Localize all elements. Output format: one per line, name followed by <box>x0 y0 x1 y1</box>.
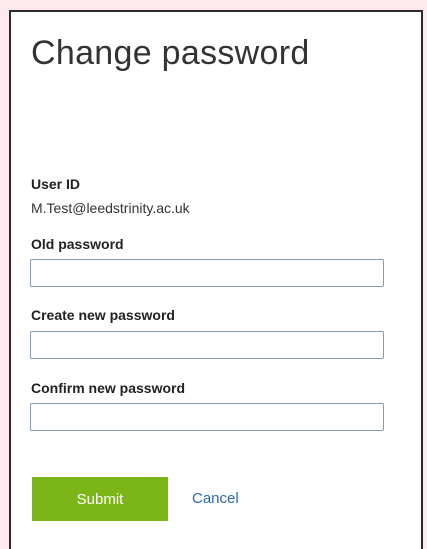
user-id-value: M.Test@leedstrinity.ac.uk <box>31 200 190 216</box>
user-id-label: User ID <box>31 176 81 192</box>
change-password-panel: Change password User ID M.Test@leedstrin… <box>9 10 423 549</box>
cancel-link[interactable]: Cancel <box>192 490 239 507</box>
submit-button[interactable]: Submit <box>32 477 168 521</box>
confirm-password-field[interactable] <box>30 403 384 431</box>
page-title: Change password <box>31 34 310 72</box>
old-password-field[interactable] <box>30 259 384 287</box>
old-password-label: Old password <box>31 236 124 252</box>
confirm-password-label: Confirm new password <box>31 380 186 396</box>
new-password-label: Create new password <box>31 307 175 323</box>
new-password-field[interactable] <box>30 331 384 359</box>
